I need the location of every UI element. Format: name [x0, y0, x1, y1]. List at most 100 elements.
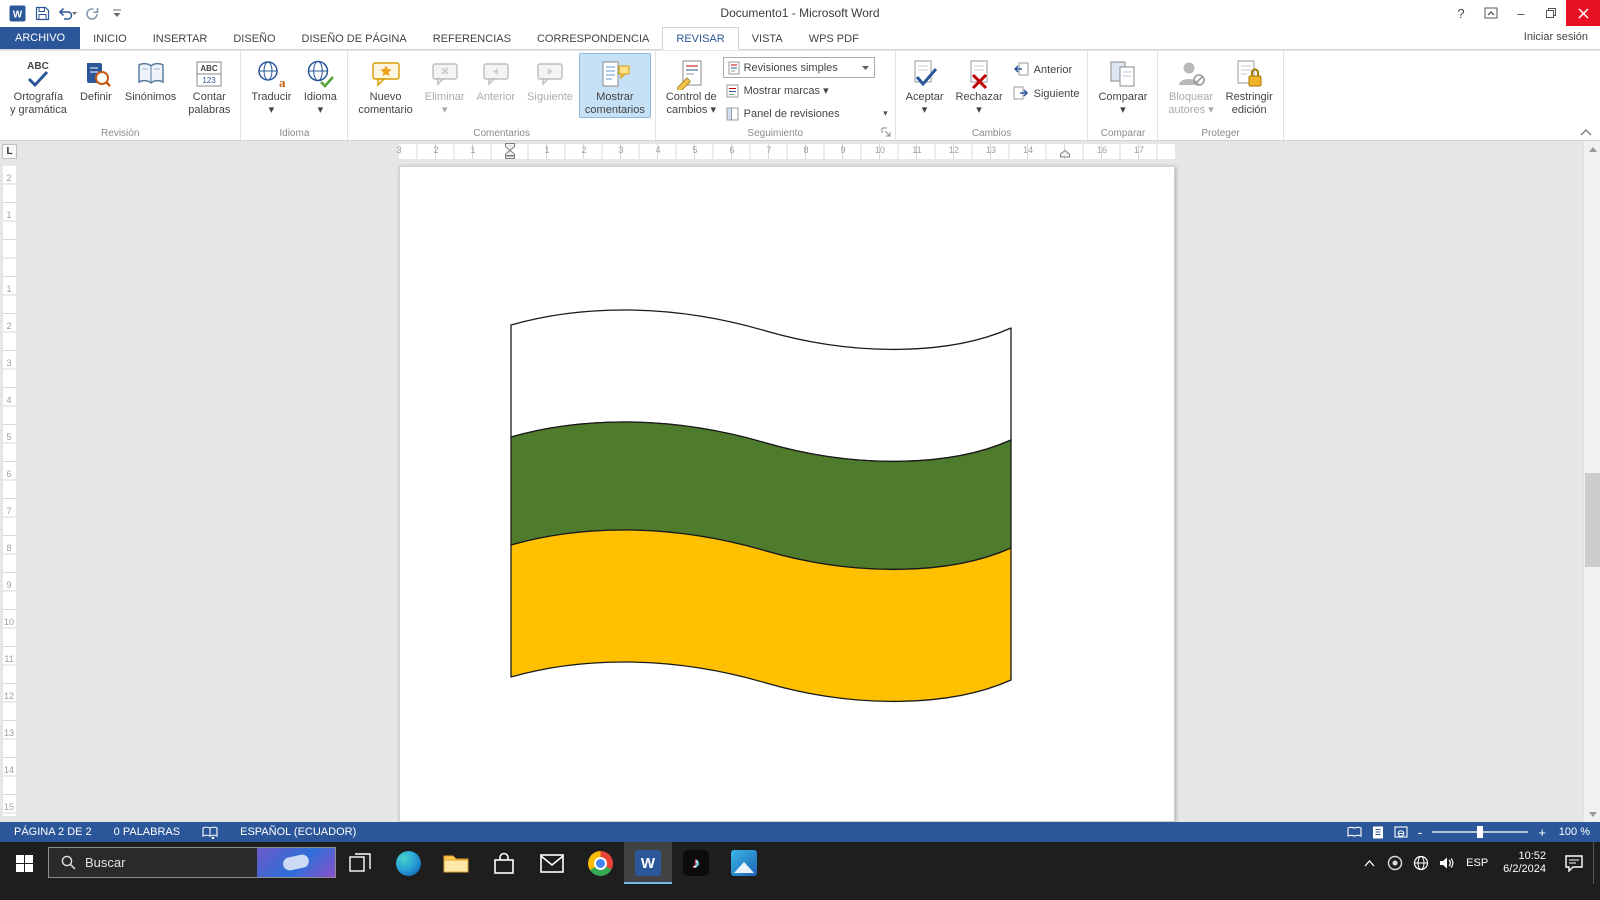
- start-button[interactable]: [0, 842, 48, 884]
- ruler-number: 11: [4, 654, 13, 664]
- taskbar-search-box[interactable]: Buscar: [48, 847, 336, 878]
- zoom-slider-thumb[interactable]: [1477, 826, 1483, 838]
- volume-button[interactable]: [1434, 842, 1460, 884]
- word-icon: W: [635, 850, 661, 876]
- right-indent-marker[interactable]: [1060, 150, 1070, 158]
- wave-flag-drawing[interactable]: [510, 305, 1012, 711]
- previous-comment-button[interactable]: Anterior: [471, 53, 522, 105]
- ruler-number: 5: [6, 432, 11, 442]
- group-comentarios: Nuevo comentario Eliminar ▾ Anterior Sig…: [348, 51, 655, 140]
- file-explorer-button[interactable]: [432, 842, 480, 884]
- language-button[interactable]: Idioma ▾: [297, 53, 343, 118]
- customize-qat-button[interactable]: [106, 2, 128, 24]
- search-highlight-tile[interactable]: [257, 848, 335, 877]
- left-indent-marker[interactable]: [505, 150, 515, 159]
- print-layout-button[interactable]: [1372, 826, 1384, 839]
- undo-icon: [57, 6, 77, 20]
- define-button[interactable]: Definir: [73, 53, 119, 105]
- track-changes-button[interactable]: Control de cambios ▾: [660, 53, 723, 118]
- taskbar-clock[interactable]: 10:52 6/2/2024: [1494, 850, 1555, 876]
- accept-change-button[interactable]: Aceptar ▾: [900, 53, 950, 118]
- proofing-status-icon[interactable]: [202, 826, 218, 839]
- task-view-button[interactable]: [336, 842, 384, 884]
- simple-markup-icon: [728, 61, 740, 75]
- sign-in-link[interactable]: Iniciar sesión: [1524, 31, 1600, 48]
- input-language-indicator[interactable]: ESP: [1460, 857, 1494, 869]
- display-for-review-combobox[interactable]: Revisiones simples: [723, 57, 875, 78]
- collapse-ribbon-button[interactable]: [1580, 129, 1592, 136]
- minimize-button[interactable]: –: [1506, 0, 1536, 26]
- word-taskbar-button[interactable]: W: [624, 842, 672, 884]
- redo-button[interactable]: [81, 2, 103, 24]
- word-count-button[interactable]: ABC123 Contar palabras: [182, 53, 236, 118]
- word-logo-icon: W: [6, 2, 28, 24]
- photos-button[interactable]: [720, 842, 768, 884]
- tiktok-button[interactable]: ♪: [672, 842, 720, 884]
- edge-browser-button[interactable]: [384, 842, 432, 884]
- next-change-label: Siguiente: [1034, 88, 1080, 100]
- tab-wps-pdf[interactable]: WPS PDF: [796, 28, 872, 49]
- tab-archivo[interactable]: ARCHIVO: [0, 27, 80, 49]
- mail-icon: [540, 854, 564, 873]
- document-page[interactable]: [399, 166, 1175, 822]
- new-comment-button[interactable]: Nuevo comentario: [352, 53, 418, 118]
- tray-app-button[interactable]: [1382, 842, 1408, 884]
- group-label: Cambios: [896, 128, 1088, 139]
- show-markup-button[interactable]: Mostrar marcas ▾: [723, 80, 891, 101]
- reject-change-button[interactable]: Rechazar ▾: [950, 53, 1009, 118]
- spelling-grammar-button[interactable]: ABC Ortografía y gramática: [4, 53, 73, 118]
- zoom-out-button[interactable]: -: [1418, 824, 1423, 840]
- reject-icon: [963, 58, 995, 90]
- store-button[interactable]: [480, 842, 528, 884]
- web-layout-button[interactable]: [1394, 826, 1408, 838]
- save-button[interactable]: [31, 2, 53, 24]
- tab-insertar[interactable]: INSERTAR: [140, 28, 221, 49]
- page-indicator[interactable]: PÁGINA 2 DE 2: [14, 826, 92, 838]
- next-change-button[interactable]: Siguiente: [1009, 83, 1084, 104]
- word-count-indicator[interactable]: 0 PALABRAS: [114, 826, 180, 838]
- tab-vista[interactable]: VISTA: [739, 28, 796, 49]
- tab-dise-o-de-p-gina[interactable]: DISEÑO DE PÁGINA: [289, 28, 420, 49]
- vertical-scrollbar[interactable]: [1583, 141, 1600, 822]
- network-button[interactable]: [1408, 842, 1434, 884]
- ribbon-display-options-button[interactable]: [1476, 0, 1506, 26]
- show-desktop-button[interactable]: [1593, 842, 1598, 884]
- action-center-button[interactable]: [1555, 842, 1593, 884]
- tab-revisar[interactable]: REVISAR: [662, 27, 738, 50]
- next-comment-button[interactable]: Siguiente: [521, 53, 579, 105]
- ruler-number: 7: [766, 145, 771, 155]
- tab-referencias[interactable]: REFERENCIAS: [420, 28, 524, 49]
- previous-change-button[interactable]: Anterior: [1009, 59, 1084, 80]
- language-indicator[interactable]: ESPAÑOL (ECUADOR): [240, 826, 356, 838]
- block-authors-button[interactable]: Bloquear autores ▾: [1162, 53, 1219, 118]
- accept-icon: [909, 58, 941, 90]
- ruler-number: 1: [6, 210, 11, 220]
- scroll-down-button[interactable]: [1584, 806, 1600, 822]
- reviewing-pane-button[interactable]: Panel de revisiones ▾: [723, 103, 891, 124]
- read-mode-button[interactable]: [1347, 826, 1362, 838]
- scroll-up-button[interactable]: [1584, 141, 1600, 157]
- show-comments-button[interactable]: Mostrar comentarios: [579, 53, 651, 118]
- translate-button[interactable]: a Traducir ▾: [245, 53, 297, 118]
- word-count-icon: ABC123: [193, 58, 225, 90]
- chrome-button[interactable]: [576, 842, 624, 884]
- hidden-icons-button[interactable]: [1356, 842, 1382, 884]
- tab-dise-o[interactable]: DISEÑO: [220, 28, 288, 49]
- zoom-slider[interactable]: [1432, 831, 1528, 833]
- button-label: Control de cambios ▾: [666, 91, 717, 117]
- close-button[interactable]: [1566, 0, 1600, 26]
- scrollbar-thumb[interactable]: [1585, 473, 1600, 567]
- undo-button[interactable]: [56, 2, 78, 24]
- help-button[interactable]: ?: [1446, 0, 1476, 26]
- zoom-in-button[interactable]: +: [1538, 825, 1546, 840]
- tab-inicio[interactable]: INICIO: [80, 28, 140, 49]
- thesaurus-button[interactable]: Sinónimos: [119, 53, 182, 105]
- tab-correspondencia[interactable]: CORRESPONDENCIA: [524, 28, 662, 49]
- compare-button[interactable]: Comparar ▾: [1092, 53, 1153, 118]
- restrict-editing-button[interactable]: Restringir edición: [1220, 53, 1279, 118]
- restore-button[interactable]: [1536, 0, 1566, 26]
- mail-button[interactable]: [528, 842, 576, 884]
- zoom-level[interactable]: 100 %: [1556, 826, 1590, 838]
- delete-comment-button[interactable]: Eliminar ▾: [419, 53, 471, 118]
- ribbon-revisar: ABC Ortografía y gramática Definir Sinón…: [0, 51, 1600, 141]
